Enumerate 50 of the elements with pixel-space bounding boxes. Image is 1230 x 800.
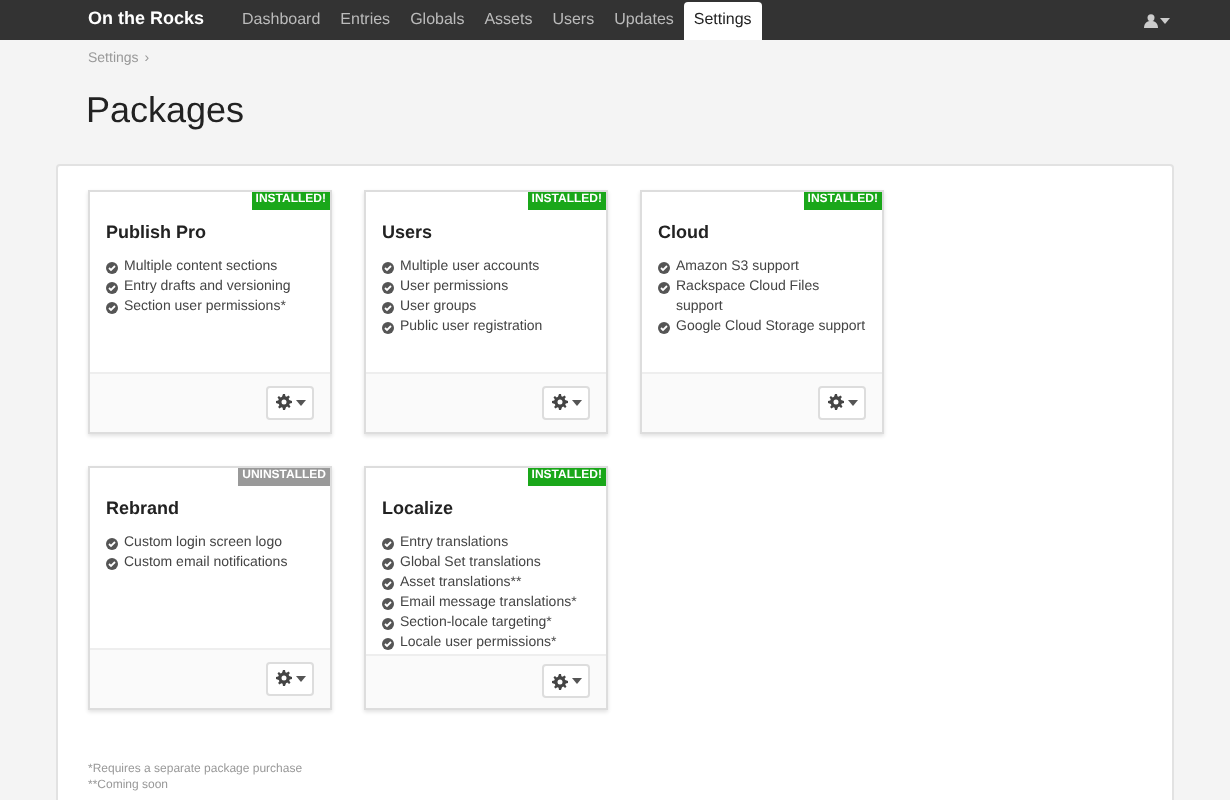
check-circle-icon (106, 302, 118, 314)
package-name: Publish Pro (106, 219, 209, 245)
user-menu-button[interactable] (1144, 13, 1170, 27)
check-circle-icon (382, 322, 394, 334)
package-name: Rebrand (106, 495, 182, 521)
check-circle-icon (658, 262, 670, 274)
settings-dropdown-button[interactable] (542, 385, 590, 419)
check-circle-icon (382, 618, 394, 630)
check-circle-icon (106, 282, 118, 294)
check-circle-icon (382, 282, 394, 294)
nav-tab[interactable]: Globals (400, 2, 475, 40)
check-circle-icon (658, 322, 670, 334)
caret-icon (847, 399, 857, 405)
brand-name: On the Rocks (88, 6, 205, 33)
caret-icon (1160, 17, 1170, 23)
caret-icon (295, 399, 305, 405)
settings-dropdown-button[interactable] (818, 385, 866, 419)
caret-icon (571, 399, 581, 405)
nav-tab[interactable]: Settings (683, 2, 762, 40)
nav-tab[interactable]: Entries (330, 2, 401, 40)
check-circle-icon (106, 538, 118, 550)
settings-dropdown-button[interactable] (266, 661, 314, 695)
gear-icon (275, 670, 291, 686)
nav-tab[interactable]: Updates (604, 2, 684, 40)
check-circle-icon (382, 578, 394, 590)
gear-icon (275, 394, 291, 410)
user-icon (1144, 13, 1158, 27)
package-name: Localize (382, 495, 456, 521)
settings-dropdown-button[interactable] (266, 385, 314, 419)
check-circle-icon (382, 638, 394, 650)
check-circle-icon (106, 262, 118, 274)
check-circle-icon (382, 598, 394, 610)
package-name: Cloud (658, 219, 711, 245)
gear-icon (551, 394, 567, 410)
check-circle-icon (382, 558, 394, 570)
check-circle-icon (382, 302, 394, 314)
check-circle-icon (382, 262, 394, 274)
nav-tab[interactable]: Assets (474, 2, 543, 40)
check-circle-icon (106, 558, 118, 570)
check-circle-icon (382, 538, 394, 550)
check-circle-icon (658, 282, 670, 294)
page-title: Packages (84, 87, 247, 131)
gear-icon (551, 673, 567, 690)
package-name: Users (382, 219, 435, 245)
nav-tab[interactable]: Dashboard (232, 2, 331, 40)
caret-icon (295, 675, 305, 681)
settings-dropdown-button[interactable] (542, 664, 590, 699)
nav-tab[interactable]: Users (542, 2, 605, 40)
gear-icon (827, 394, 843, 410)
caret-icon (571, 678, 581, 685)
